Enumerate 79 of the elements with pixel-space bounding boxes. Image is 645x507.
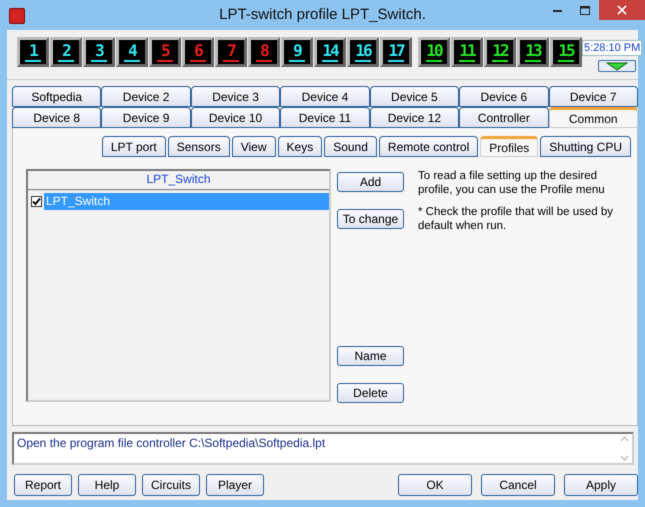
list-header: LPT_Switch — [28, 171, 329, 191]
channel-number: 6 — [194, 42, 202, 58]
channel-number: 14 — [322, 42, 338, 58]
channel-number: 5 — [161, 42, 169, 58]
dialog-button[interactable]: OK — [398, 474, 472, 496]
channel-number: 11 — [459, 42, 475, 58]
dialog-button[interactable]: Apply — [564, 474, 638, 496]
maximize-icon[interactable] — [580, 6, 590, 14]
device-tab[interactable]: Common — [548, 107, 638, 128]
settings-tab[interactable]: Keys — [278, 136, 322, 157]
device-tab[interactable]: Device 11 — [280, 107, 370, 128]
profile-button[interactable]: Add — [337, 172, 404, 192]
profile-button[interactable]: Name — [337, 346, 404, 366]
settings-tab[interactable]: Profiles — [480, 136, 538, 157]
device-tab[interactable]: Device 8 — [12, 107, 102, 128]
device-tab[interactable]: Device 2 — [101, 86, 191, 107]
channel-indicator[interactable]: 13 — [517, 37, 549, 67]
settings-tab[interactable]: Sensors — [168, 136, 230, 157]
device-tab[interactable]: Device 4 — [280, 86, 370, 107]
channel-number: 13 — [525, 42, 541, 58]
channel-number: 16 — [355, 42, 371, 58]
device-tab[interactable]: Device 10 — [190, 107, 280, 128]
settings-tab[interactable]: LPT port — [102, 136, 166, 157]
settings-tab[interactable]: Shutting CPU — [540, 136, 631, 157]
device-tab[interactable]: Device 6 — [459, 86, 549, 107]
settings-tab[interactable]: Sound — [324, 136, 377, 157]
device-tab[interactable]: Device 12 — [370, 107, 460, 128]
device-tab[interactable]: Controller — [459, 107, 549, 128]
channel-indicator[interactable]: 16 — [347, 37, 379, 67]
device-tab[interactable]: Device 5 — [370, 86, 460, 107]
channel-number: 17 — [388, 42, 404, 58]
channel-indicator[interactable]: 4 — [116, 37, 148, 67]
channel-number: 9 — [293, 42, 301, 58]
channel-indicator[interactable]: 11 — [451, 37, 483, 67]
minimize-icon[interactable] — [552, 8, 562, 12]
channel-indicator[interactable]: 8 — [248, 37, 280, 67]
toolbar-button[interactable]: Circuits — [142, 474, 200, 496]
channel-indicator[interactable]: 3 — [83, 37, 115, 67]
dropdown-button[interactable] — [598, 60, 636, 72]
channel-number: 3 — [95, 42, 103, 58]
channel-number: 1 — [29, 42, 37, 58]
device-tab[interactable]: Device 3 — [190, 86, 280, 107]
settings-tab[interactable]: Remote control — [378, 136, 478, 157]
channel-number: 15 — [558, 42, 574, 58]
device-tab[interactable]: Softpedia — [12, 86, 102, 107]
checkbox[interactable] — [31, 196, 42, 207]
settings-tab[interactable]: View — [232, 136, 276, 157]
channel-indicator[interactable]: 10 — [418, 37, 450, 67]
profile-button[interactable]: Delete — [337, 383, 404, 403]
message-text: Open the program file controller C:\Softpedia\Softpedia.lpt — [16, 435, 326, 452]
channel-indicator[interactable]: 5 — [149, 37, 181, 67]
hint-text: To read a file setting up the desired profile, you can use the Profile menu — [418, 169, 606, 197]
toolbar-button[interactable]: Player — [206, 474, 264, 496]
channel-number: 4 — [128, 42, 136, 58]
channel-indicator[interactable]: 15 — [550, 37, 582, 67]
toolbar-button[interactable]: Report — [14, 474, 72, 496]
device-tab[interactable]: Device 9 — [101, 107, 191, 128]
channel-number: 10 — [426, 42, 442, 58]
channel-indicator[interactable]: 14 — [314, 37, 346, 67]
window-title: LPT-switch profile LPT_Switch. — [219, 6, 426, 23]
device-tab[interactable]: Device 7 — [548, 86, 638, 107]
channel-number: 8 — [260, 42, 268, 58]
hint-text: * Check the profile that will be used by default when run. — [418, 205, 614, 233]
channel-indicator[interactable]: 12 — [484, 37, 516, 67]
profile-button[interactable]: To change — [337, 209, 404, 229]
close-button[interactable] — [599, 0, 645, 20]
channel-indicator[interactable]: 9 — [281, 37, 313, 67]
dialog-button[interactable]: Cancel — [481, 474, 555, 496]
channel-indicator[interactable]: 17 — [380, 37, 412, 67]
toolbar-button[interactable]: Help — [78, 474, 136, 496]
close-icon[interactable] — [617, 5, 627, 15]
channel-number: 7 — [227, 42, 235, 58]
channel-indicator[interactable]: 6 — [182, 37, 214, 67]
channel-indicator[interactable]: 7 — [215, 37, 247, 67]
channel-indicator[interactable]: 1 — [17, 37, 49, 67]
channel-indicator[interactable]: 2 — [50, 37, 82, 67]
clock: 5:28:10 PM — [582, 40, 642, 56]
channel-number: 2 — [62, 42, 70, 58]
channel-number: 12 — [492, 42, 508, 58]
